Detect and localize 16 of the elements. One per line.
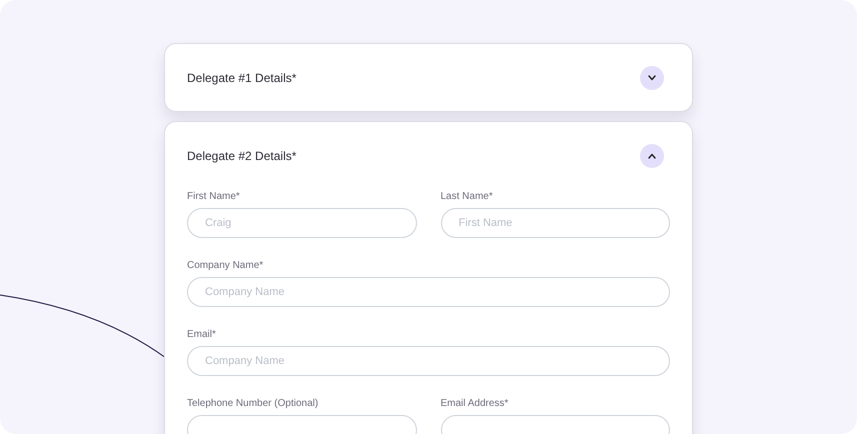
field-label: Email* [187, 329, 217, 340]
field-label: Company Name* [187, 260, 264, 271]
field-label: Telephone Number (Optional) [187, 398, 320, 409]
chevron-down-icon [648, 74, 656, 80]
section-title: Delegate #2 Details* [187, 148, 296, 162]
input-field[interactable]: Company Name [187, 346, 670, 376]
field-label: Email Address* [440, 398, 510, 409]
toggle-button[interactable] [640, 144, 664, 168]
toggle-button[interactable] [640, 66, 664, 90]
input-field[interactable]: Company Name [187, 277, 670, 307]
input-field[interactable]: First Name [440, 208, 670, 238]
field-label: Last Name* [440, 191, 494, 202]
section-title: Delegate #1 Details* [187, 70, 296, 84]
field-label: First Name* [187, 191, 241, 202]
chevron-up-icon [648, 152, 656, 158]
input-field[interactable]: Craig [187, 208, 416, 238]
